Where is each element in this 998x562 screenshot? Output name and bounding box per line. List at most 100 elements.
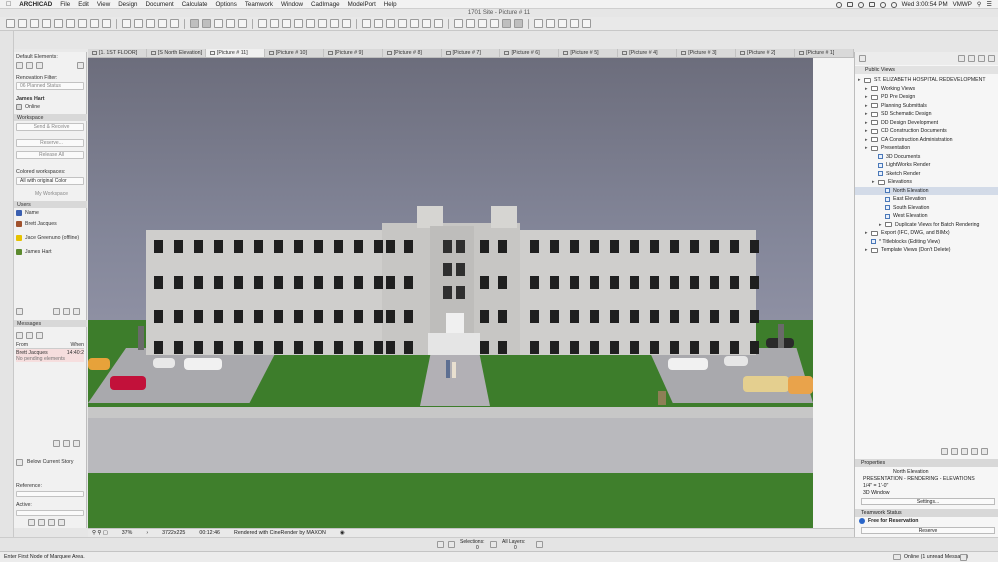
zoom-icon[interactable]: ⚲ ⚲ ▢: [92, 530, 108, 536]
filter-icon[interactable]: [448, 541, 455, 548]
tab-north-elevation[interactable]: [S North Elevation]: [147, 49, 206, 57]
delete-icon[interactable]: [73, 440, 80, 447]
rotate-icon[interactable]: [158, 19, 167, 28]
cut-icon[interactable]: [54, 19, 63, 28]
tree-item[interactable]: ▸ PD Pre Design: [855, 93, 998, 101]
lock-icon[interactable]: [26, 332, 33, 339]
user-row-james[interactable]: James Hart: [16, 248, 84, 256]
reference-icon[interactable]: [38, 519, 45, 526]
public-views-header[interactable]: Public Views: [855, 66, 998, 74]
reserve-view-button[interactable]: Reserve: [861, 527, 995, 534]
pick-up-icon[interactable]: [90, 19, 99, 28]
disclosure-icon[interactable]: ▸: [872, 179, 877, 185]
adjust-icon[interactable]: [374, 19, 383, 28]
disclosure-icon[interactable]: ▸: [865, 86, 870, 92]
beam-tool-icon[interactable]: [282, 19, 291, 28]
render-icon[interactable]: [546, 19, 555, 28]
tree-item[interactable]: ▸ Planning Submittals: [855, 102, 998, 110]
messages-section[interactable]: Messages: [14, 320, 87, 327]
tree-item[interactable]: ▸ DD Design Development: [855, 119, 998, 127]
new-folder-icon[interactable]: [941, 448, 948, 455]
zoom-level[interactable]: 37%: [122, 530, 133, 536]
chat-icon[interactable]: [36, 332, 43, 339]
menu-options[interactable]: Options: [215, 1, 236, 8]
default-elements-icon[interactable]: [16, 62, 23, 69]
menu-design[interactable]: Design: [118, 1, 137, 8]
project-map-icon[interactable]: [958, 55, 965, 62]
teamwork-icon[interactable]: [534, 19, 543, 28]
disclosure-icon[interactable]: ▸: [865, 230, 870, 236]
menu-calculate[interactable]: Calculate: [182, 1, 208, 8]
fillet-icon[interactable]: [410, 19, 419, 28]
render-viewport[interactable]: [88, 58, 813, 528]
tab-picture-5[interactable]: [Picture # 5]: [559, 49, 619, 57]
wall-tool-icon[interactable]: [258, 19, 267, 28]
disclosure-icon[interactable]: ▸: [858, 77, 863, 83]
text-tool-icon[interactable]: [478, 19, 487, 28]
offset-icon[interactable]: [398, 19, 407, 28]
renovation-filter-select[interactable]: 06 Planned Status: [16, 82, 84, 90]
menu-document[interactable]: Document: [145, 1, 173, 8]
undo-icon[interactable]: [30, 19, 39, 28]
trim-icon[interactable]: [422, 19, 431, 28]
below-story-row[interactable]: Below Current Story: [16, 458, 84, 466]
teamwork-status-header[interactable]: Teamwork Status: [855, 509, 998, 517]
tree-item[interactable]: 3D Documents: [855, 153, 998, 161]
menu-file[interactable]: File: [60, 1, 70, 8]
selection-icon[interactable]: [437, 541, 444, 548]
compare-icon[interactable]: [58, 519, 65, 526]
layout-icon[interactable]: [582, 19, 591, 28]
menu-teamwork[interactable]: Teamwork: [245, 1, 273, 8]
properties-header[interactable]: Properties: [855, 459, 998, 467]
dimension-icon[interactable]: [466, 19, 475, 28]
wifi-icon[interactable]: [879, 1, 886, 8]
tree-item[interactable]: East Elevation: [855, 195, 998, 203]
app-menu[interactable]: ARCHICAD: [19, 1, 52, 8]
disclosure-icon[interactable]: ▸: [865, 247, 870, 253]
inject-icon[interactable]: [102, 19, 111, 28]
tree-item[interactable]: West Elevation: [855, 212, 998, 220]
tab-picture-6[interactable]: [Picture # 6]: [500, 49, 560, 57]
redo-icon[interactable]: [42, 19, 51, 28]
tree-item[interactable]: ▸ CA Construction Administration: [855, 136, 998, 144]
swap-icon[interactable]: [48, 519, 55, 526]
disclosure-icon[interactable]: ▸: [865, 128, 870, 134]
marquee-tool-icon[interactable]: [134, 19, 143, 28]
new-view-icon[interactable]: [961, 448, 968, 455]
layers-quick-icon[interactable]: [490, 541, 497, 548]
tab-picture-2[interactable]: [Picture # 2]: [736, 49, 796, 57]
menu-view[interactable]: View: [97, 1, 110, 8]
camera-icon[interactable]: [558, 19, 567, 28]
column-tool-icon[interactable]: [270, 19, 279, 28]
user-manage-icon[interactable]: [16, 308, 23, 315]
open-icon[interactable]: [18, 19, 27, 28]
volume-icon[interactable]: [890, 1, 897, 8]
shell-tool-icon[interactable]: [318, 19, 327, 28]
delete-view-icon[interactable]: [971, 448, 978, 455]
view-map-icon[interactable]: [968, 55, 975, 62]
tab-picture-3[interactable]: [Picture # 3]: [677, 49, 737, 57]
tab-1st-floor[interactable]: [1. 1ST FLOOR]: [88, 49, 147, 57]
send-receive-button[interactable]: Send & Receive: [16, 123, 84, 131]
intersect-icon[interactable]: [386, 19, 395, 28]
mirror-icon[interactable]: [170, 19, 179, 28]
favorites-icon[interactable]: [490, 19, 499, 28]
user-row-name[interactable]: Name: [16, 209, 84, 217]
pen-set-icon[interactable]: [202, 19, 211, 28]
chevron-right-icon[interactable]: ›: [146, 530, 148, 536]
battery-icon[interactable]: [868, 2, 875, 7]
tab-picture-7[interactable]: [Picture # 7]: [442, 49, 501, 57]
publisher-icon[interactable]: [988, 55, 995, 62]
publish-icon[interactable]: [570, 19, 579, 28]
tab-picture-8[interactable]: [Picture # 8]: [383, 49, 442, 57]
roof-tool-icon[interactable]: [306, 19, 315, 28]
disclosure-icon[interactable]: ▸: [865, 94, 870, 100]
snap-icon[interactable]: [226, 19, 235, 28]
guide-line-icon[interactable]: [238, 19, 247, 28]
tree-item[interactable]: Sketch Render: [855, 170, 998, 178]
disclosure-icon[interactable]: ▸: [865, 120, 870, 126]
tree-item[interactable]: South Elevation: [855, 204, 998, 212]
tree-item[interactable]: ▸ Presentation: [855, 144, 998, 152]
tab-picture-10[interactable]: [Picture # 10]: [265, 49, 324, 57]
grid-icon[interactable]: [214, 19, 223, 28]
